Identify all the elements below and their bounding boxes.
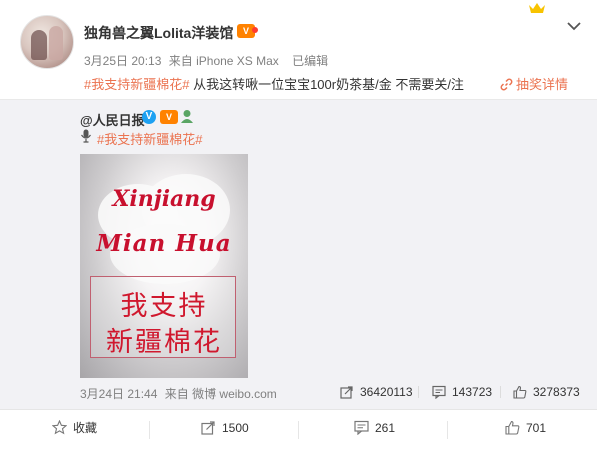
vip-badge-icon: V [237,24,258,38]
favorite-button[interactable]: 收藏 [51,410,98,453]
post-image[interactable]: Xinjiang Mian Hua 我支持 新疆棉花 [80,154,248,378]
repost-count: 1500 [222,421,249,435]
stat-divider [500,386,501,398]
post-source-prefix: 来自 [168,54,193,68]
link-icon [500,78,513,91]
chevron-down-icon[interactable] [566,20,582,32]
user-avatar[interactable] [20,15,74,69]
post-text: 从我这转啾一位宝宝100r奶茶基/金 不需要关/注 [189,77,464,92]
original-source: 来自 微博 weibo.com [164,387,277,401]
vip-badge-icon: V [160,110,178,124]
verified-icon: V [142,110,156,124]
original-like-value: 3278373 [533,385,580,399]
avatar-figure-right [49,26,63,60]
lottery-details-label: 抽奖详情 [516,77,569,92]
original-timestamp[interactable]: 3月24日 21:44 [80,387,157,401]
favorite-label: 收藏 [73,421,98,435]
image-text-support: 我支持 [120,291,208,321]
share-icon [201,421,215,435]
original-repost-count[interactable]: 36420113 [340,385,413,399]
original-like-count[interactable]: 3278373 [513,385,580,399]
comment-count: 261 [375,421,396,435]
action-divider [447,421,448,439]
lottery-details-link[interactable]: 抽奖详情 [500,74,568,93]
original-repost-value: 36420113 [360,385,413,399]
user-icon [181,110,193,123]
original-user-name[interactable]: @人民日报 [80,110,145,129]
original-hashtag[interactable]: #我支持新疆棉花# [97,129,202,148]
image-text-xinjiang: Xinjiang [112,186,216,212]
user-name[interactable]: 独角兽之翼Lolita洋装馆 [84,23,233,43]
edited-label[interactable]: 已编辑 [292,54,328,68]
repost-button[interactable]: 1500 [201,410,249,453]
image-text-cotton: 新疆棉花 [106,327,222,357]
like-count: 701 [526,421,547,435]
original-comment-count[interactable]: 143723 [432,385,493,400]
post-meta: 3月25日 20:13 来自 iPhone XS Max 已编辑 [84,52,328,69]
weibo-post-card: 独角兽之翼Lolita洋装馆 V 3月25日 20:13 来自 iPhone X… [0,0,597,453]
original-meta: 3月24日 21:44 来自 微博 weibo.com [80,385,277,402]
share-icon [340,386,353,399]
microphone-icon [81,129,91,143]
avatar-figure-left [31,30,47,60]
comment-icon [354,420,369,436]
action-bar: 收藏 1500 261 701 [0,409,597,453]
action-divider [149,421,150,439]
reposted-content: @人民日报 V V #我支持新疆棉花# Xinjiang Mian Hua 我支… [0,99,597,409]
star-icon [51,419,68,435]
post-hashtag[interactable]: #我支持新疆棉花# [84,77,189,92]
comment-button[interactable]: 261 [354,410,395,453]
post-device: iPhone XS Max [196,54,279,68]
action-divider [298,421,299,439]
like-button[interactable]: 701 [505,410,546,453]
original-comment-value: 143723 [452,385,493,399]
stat-divider [418,386,419,398]
comment-icon [432,385,446,400]
crown-icon [529,3,545,13]
thumbs-up-icon [505,420,520,435]
image-text-mianhua: Mian Hua [96,230,232,257]
post-body: #我支持新疆棉花# 从我这转啾一位宝宝100r奶茶基/金 不需要关/注 [84,74,464,93]
thumbs-up-icon [513,385,527,399]
post-timestamp[interactable]: 3月25日 20:13 [84,54,161,68]
